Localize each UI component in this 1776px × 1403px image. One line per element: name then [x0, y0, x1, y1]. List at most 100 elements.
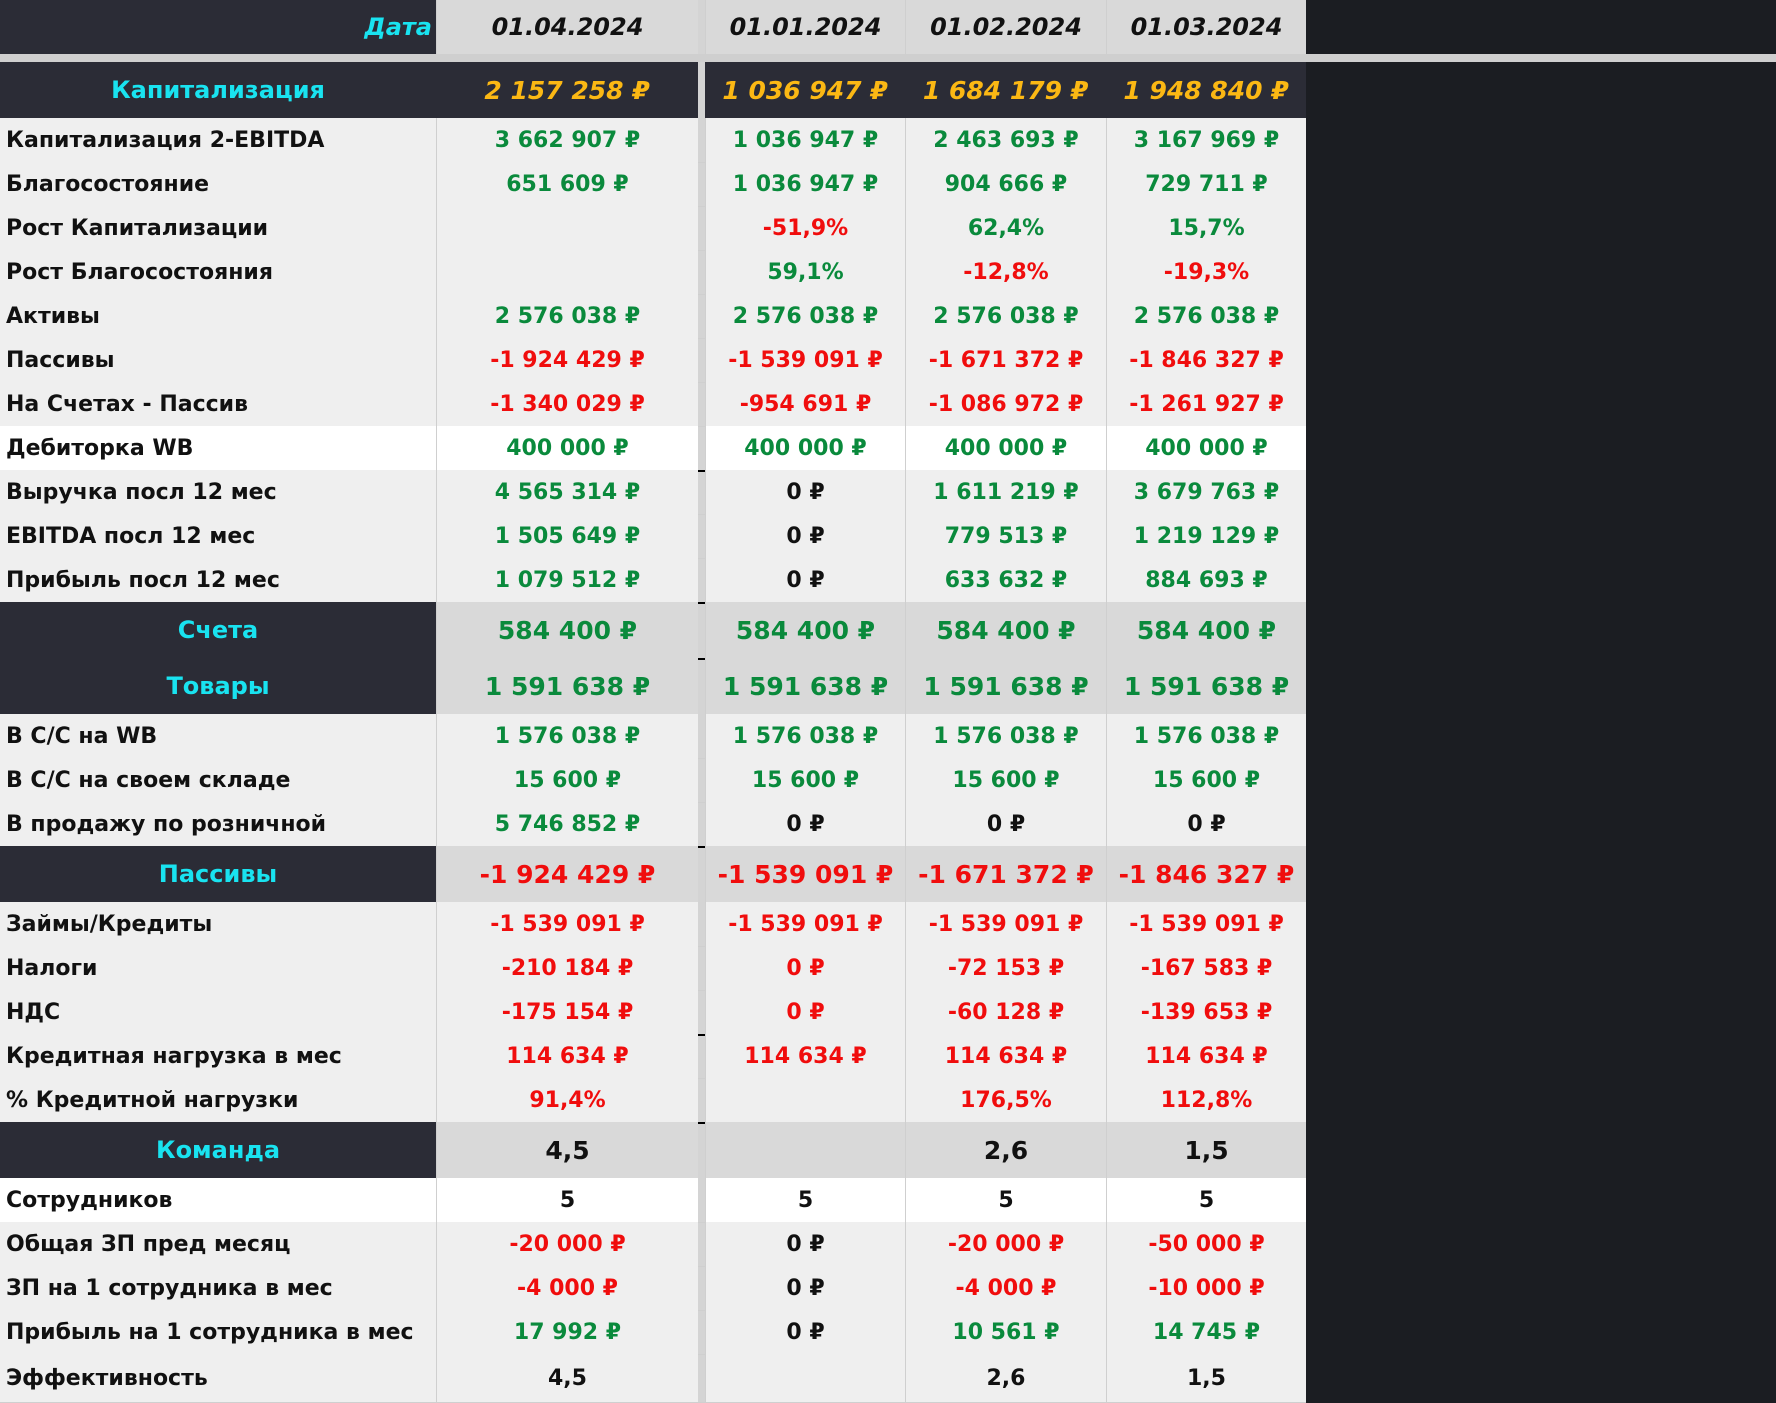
value-cell[interactable]: -19,3%: [1106, 250, 1306, 294]
value-cell[interactable]: 400 000 ₽: [1106, 426, 1306, 470]
value-cell[interactable]: 651 609 ₽: [436, 162, 698, 206]
value-cell[interactable]: -51,9%: [705, 206, 905, 250]
row-label[interactable]: Счета: [0, 602, 436, 658]
value-cell[interactable]: 114 634 ₽: [705, 1034, 905, 1078]
value-cell[interactable]: 5: [436, 1178, 698, 1222]
value-cell[interactable]: -175 154 ₽: [436, 990, 698, 1034]
value-cell[interactable]: [436, 206, 698, 250]
value-cell[interactable]: [705, 1122, 905, 1178]
value-cell[interactable]: -1 539 091 ₽: [436, 902, 698, 946]
value-cell[interactable]: 1 576 038 ₽: [1106, 714, 1306, 758]
value-cell[interactable]: 114 634 ₽: [905, 1034, 1106, 1078]
row-label[interactable]: Товары: [0, 658, 436, 714]
value-cell[interactable]: [705, 1078, 905, 1122]
value-cell[interactable]: -1 539 091 ₽: [705, 338, 905, 382]
value-cell[interactable]: 4 565 314 ₽: [436, 470, 698, 514]
value-cell[interactable]: 0 ₽: [705, 514, 905, 558]
value-cell[interactable]: 1 684 179 ₽: [905, 62, 1106, 118]
row-label[interactable]: Дебиторка WB: [0, 426, 436, 470]
header-date-cell[interactable]: 01.01.2024: [705, 0, 905, 54]
value-cell[interactable]: 2 576 038 ₽: [436, 294, 698, 338]
value-cell[interactable]: 0 ₽: [705, 946, 905, 990]
value-cell[interactable]: 3 679 763 ₽: [1106, 470, 1306, 514]
row-label[interactable]: На Счетах - Пассив: [0, 382, 436, 426]
row-label[interactable]: Команда: [0, 1122, 436, 1178]
value-cell[interactable]: 15 600 ₽: [436, 758, 698, 802]
value-cell[interactable]: -1 261 927 ₽: [1106, 382, 1306, 426]
value-cell[interactable]: 1 576 038 ₽: [905, 714, 1106, 758]
value-cell[interactable]: 4,5: [436, 1122, 698, 1178]
value-cell[interactable]: 1 591 638 ₽: [905, 658, 1106, 714]
value-cell[interactable]: 114 634 ₽: [436, 1034, 698, 1078]
value-cell[interactable]: -1 846 327 ₽: [1106, 338, 1306, 382]
value-cell[interactable]: -12,8%: [905, 250, 1106, 294]
value-cell[interactable]: -1 539 091 ₽: [705, 902, 905, 946]
value-cell[interactable]: 633 632 ₽: [905, 558, 1106, 602]
row-label[interactable]: ЗП на 1 сотрудника в мес: [0, 1266, 436, 1310]
value-cell[interactable]: 15 600 ₽: [905, 758, 1106, 802]
value-cell[interactable]: 1 591 638 ₽: [436, 658, 698, 714]
value-cell[interactable]: 176,5%: [905, 1078, 1106, 1122]
row-label[interactable]: В С/С на своем складе: [0, 758, 436, 802]
value-cell[interactable]: 15 600 ₽: [705, 758, 905, 802]
header-date-cell[interactable]: 01.03.2024: [1106, 0, 1306, 54]
value-cell[interactable]: -1 924 429 ₽: [436, 338, 698, 382]
value-cell[interactable]: 0 ₽: [705, 1222, 905, 1266]
value-cell[interactable]: 584 400 ₽: [905, 602, 1106, 658]
row-label[interactable]: Прибыль посл 12 мес: [0, 558, 436, 602]
row-label[interactable]: Пассивы: [0, 846, 436, 902]
row-label[interactable]: НДС: [0, 990, 436, 1034]
value-cell[interactable]: 1 079 512 ₽: [436, 558, 698, 602]
value-cell[interactable]: 0 ₽: [705, 558, 905, 602]
row-label[interactable]: Рост Капитализации: [0, 206, 436, 250]
row-label[interactable]: Займы/Кредиты: [0, 902, 436, 946]
value-cell[interactable]: 1,5: [1106, 1122, 1306, 1178]
value-cell[interactable]: 2 576 038 ₽: [905, 294, 1106, 338]
value-cell[interactable]: 1 591 638 ₽: [705, 658, 905, 714]
value-cell[interactable]: 15 600 ₽: [1106, 758, 1306, 802]
value-cell[interactable]: 10 561 ₽: [905, 1310, 1106, 1354]
value-cell[interactable]: 400 000 ₽: [436, 426, 698, 470]
row-label[interactable]: Рост Благосостояния: [0, 250, 436, 294]
value-cell[interactable]: 400 000 ₽: [705, 426, 905, 470]
value-cell[interactable]: 1 219 129 ₽: [1106, 514, 1306, 558]
value-cell[interactable]: -1 539 091 ₽: [905, 902, 1106, 946]
value-cell[interactable]: 1 036 947 ₽: [705, 62, 905, 118]
row-label[interactable]: Капитализация 2-EBITDA: [0, 118, 436, 162]
row-label[interactable]: Эффективность: [0, 1354, 436, 1402]
row-label[interactable]: Общая ЗП пред месяц: [0, 1222, 436, 1266]
row-label[interactable]: % Кредитной нагрузки: [0, 1078, 436, 1122]
value-cell[interactable]: -50 000 ₽: [1106, 1222, 1306, 1266]
value-cell[interactable]: -60 128 ₽: [905, 990, 1106, 1034]
row-label[interactable]: Кредитная нагрузка в мес: [0, 1034, 436, 1078]
value-cell[interactable]: -1 086 972 ₽: [905, 382, 1106, 426]
value-cell[interactable]: 0 ₽: [705, 1266, 905, 1310]
value-cell[interactable]: 91,4%: [436, 1078, 698, 1122]
value-cell[interactable]: [436, 250, 698, 294]
value-cell[interactable]: -139 653 ₽: [1106, 990, 1306, 1034]
value-cell[interactable]: 62,4%: [905, 206, 1106, 250]
value-cell[interactable]: 779 513 ₽: [905, 514, 1106, 558]
row-label[interactable]: Налоги: [0, 946, 436, 990]
value-cell[interactable]: -4 000 ₽: [436, 1266, 698, 1310]
value-cell[interactable]: 112,8%: [1106, 1078, 1306, 1122]
value-cell[interactable]: 1 036 947 ₽: [705, 118, 905, 162]
header-date-cell[interactable]: 01.02.2024: [905, 0, 1106, 54]
value-cell[interactable]: -1 671 372 ₽: [905, 338, 1106, 382]
value-cell[interactable]: 5 746 852 ₽: [436, 802, 698, 846]
value-cell[interactable]: 1 505 649 ₽: [436, 514, 698, 558]
value-cell[interactable]: 584 400 ₽: [436, 602, 698, 658]
value-cell[interactable]: 59,1%: [705, 250, 905, 294]
value-cell[interactable]: 2,6: [905, 1122, 1106, 1178]
value-cell[interactable]: 1 611 219 ₽: [905, 470, 1106, 514]
value-cell[interactable]: 584 400 ₽: [705, 602, 905, 658]
row-label[interactable]: В продажу по розничной: [0, 802, 436, 846]
value-cell[interactable]: 2 576 038 ₽: [1106, 294, 1306, 338]
value-cell[interactable]: -1 539 091 ₽: [705, 846, 905, 902]
value-cell[interactable]: 2 157 258 ₽: [436, 62, 698, 118]
value-cell[interactable]: 3 167 969 ₽: [1106, 118, 1306, 162]
header-date-label[interactable]: Дата: [0, 0, 436, 54]
value-cell[interactable]: 884 693 ₽: [1106, 558, 1306, 602]
value-cell[interactable]: -10 000 ₽: [1106, 1266, 1306, 1310]
value-cell[interactable]: 0 ₽: [705, 470, 905, 514]
